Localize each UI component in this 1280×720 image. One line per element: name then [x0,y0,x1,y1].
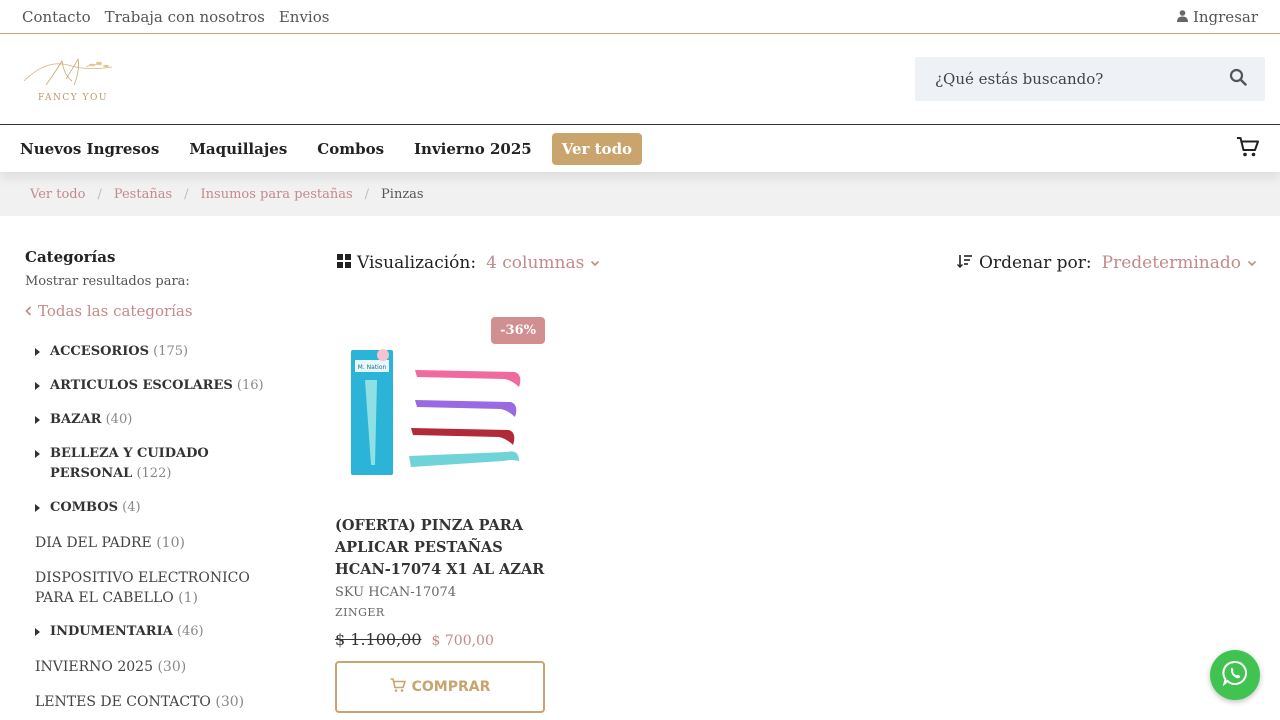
product-sku: SKU HCAN-17074 [335,585,457,600]
chevron-left-icon [25,302,32,320]
login-link[interactable]: Ingresar [1176,7,1258,26]
buy-label: COMPRAR [411,679,491,695]
caret-right-icon [35,416,40,424]
nav-item-nuevos-ingresos[interactable]: Nuevos Ingresos [20,140,159,158]
all-categories-link[interactable]: Todas las categorías [25,302,285,320]
category-item-bazar[interactable]: BAZAR (40) [35,410,285,430]
product-card[interactable]: M. Nation -36% (OFERTA) PINZA PARA APLIC… [335,315,545,713]
package-label: M. Nation [358,364,387,371]
category-item-lentes-de-contacto[interactable]: LENTES DE CONTACTO (30) [35,692,285,712]
user-icon [1176,8,1188,26]
sidebar-title: Categorías [25,248,116,266]
breadcrumb-current: Pinzas [381,186,424,202]
breadcrumb-insumos[interactable]: Insumos para pestañas [201,187,353,202]
chevron-down-icon [1247,253,1257,273]
login-label: Ingresar [1192,7,1258,26]
view-value: 4 columnas [486,253,585,273]
view-label: Visualización: [357,253,477,273]
all-categories-label: Todas las categorías [38,302,193,320]
caret-right-icon [35,348,40,356]
store-logo[interactable]: FANCY YOU [16,51,120,107]
sort-label: Ordenar por: [979,253,1092,273]
old-price: $ 1.100,00 [335,630,422,649]
nav-see-all-button[interactable]: Ver todo [551,132,643,165]
category-item-accesorios[interactable]: ACCESORIOS (175) [35,342,285,362]
category-item-belleza[interactable]: BELLEZA Y CUIDADO PERSONAL (122) [35,444,285,484]
category-item-dispositivo-electronico[interactable]: DISPOSITIVO ELECTRONICO PARA EL CABELLO … [35,568,275,608]
tweezers-image: M. Nation [351,349,521,475]
nav-item-invierno-2025[interactable]: Invierno 2025 [414,140,532,158]
category-item-articulos-escolares[interactable]: ARTICULOS ESCOLARES (16) [35,376,285,396]
sort-value: Predeterminado [1101,253,1241,273]
caret-right-icon [35,382,40,390]
chevron-down-icon [590,253,600,273]
nav-item-maquillajes[interactable]: Maquillajes [189,140,287,158]
category-item-invierno-2025[interactable]: INVIERNO 2025 (30) [35,657,285,677]
header: FANCY YOU [0,34,1280,125]
breadcrumb-see-all[interactable]: Ver todo [30,187,85,202]
search-input[interactable] [935,70,1205,88]
grid-icon [337,253,351,273]
logo-text: FANCY YOU [38,93,108,103]
tweezer-shapes [409,370,521,467]
sort-selector[interactable]: Ordenar por: Predeterminado [957,253,1257,273]
new-price: $ 700,00 [431,633,494,649]
search-icon[interactable] [1229,68,1247,90]
top-bar: Contacto Trabaja con nosotros Envios Ing… [0,0,1280,34]
breadcrumb-separator: / [97,186,102,202]
view-selector[interactable]: Visualización: 4 columnas [337,253,600,273]
sidebar-subtitle: Mostrar resultados para: [25,274,190,289]
search-box [915,57,1265,101]
caret-right-icon [35,450,40,458]
category-item-indumentaria[interactable]: INDUMENTARIA (46) [35,622,285,642]
main-nav: Nuevos Ingresos Maquillajes Combos Invie… [0,125,1280,172]
work-with-us-link[interactable]: Trabaja con nosotros [105,8,265,26]
whatsapp-icon [1221,659,1249,691]
category-item-dia-del-padre[interactable]: DIA DEL PADRE (10) [35,533,285,553]
breadcrumb-separator: / [184,186,189,202]
sort-icon [957,253,973,273]
caret-right-icon [35,628,40,636]
top-links: Contacto Trabaja con nosotros Envios [22,8,329,26]
cart-icon[interactable] [1236,136,1260,162]
whatsapp-button[interactable] [1210,650,1260,700]
buy-button[interactable]: COMPRAR [335,661,545,713]
category-sidebar: Categorías Mostrar resultados para: Toda… [25,248,285,320]
breadcrumb-separator: / [364,186,370,202]
category-item-combos[interactable]: COMBOS (4) [35,498,285,518]
shipping-link[interactable]: Envios [279,8,330,26]
product-name[interactable]: (OFERTA) PINZA PARA APLICAR PESTAÑAS HCA… [335,515,545,581]
caret-right-icon [35,504,40,512]
contact-link[interactable]: Contacto [22,8,91,26]
product-prices: $ 1.100,00 $ 700,00 [335,630,545,649]
product-brand: ZINGER [335,606,385,619]
breadcrumb-pestanas[interactable]: Pestañas [114,187,172,202]
logo-mark [23,57,113,86]
cart-icon [390,677,406,697]
discount-badge: -36% [491,317,545,344]
breadcrumb: Ver todo / Pestañas / Insumos para pesta… [0,172,1280,216]
product-image[interactable]: M. Nation -36% [335,315,545,510]
nav-item-combos[interactable]: Combos [317,140,384,158]
